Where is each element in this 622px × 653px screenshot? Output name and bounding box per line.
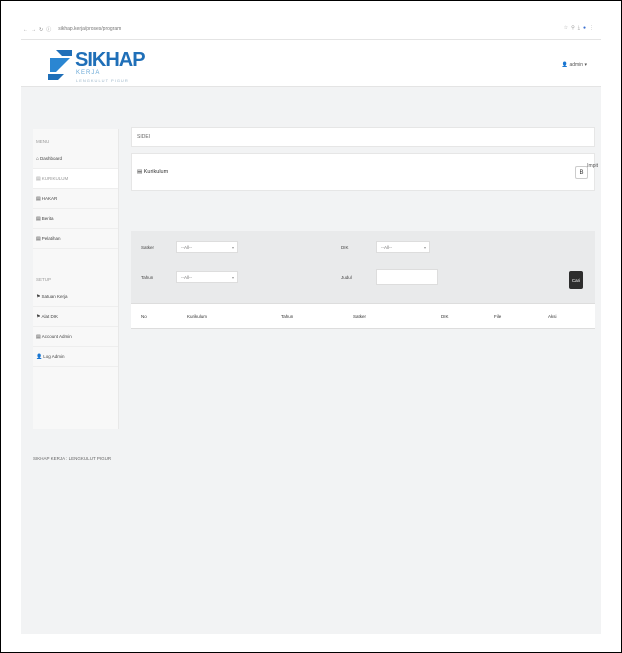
user-icon: 👤	[561, 62, 569, 68]
sidebar-item-label: Dashboard	[40, 156, 63, 161]
extension-icon[interactable]: ⚲	[571, 25, 578, 31]
search-button[interactable]: Cari	[569, 271, 583, 289]
logo-icon	[48, 50, 72, 80]
satker-select-value: --All--	[181, 245, 192, 250]
list-icon: ▤	[36, 175, 41, 182]
forward-icon[interactable]: →	[31, 27, 39, 33]
filter-panel: Satker --All-- ▾ DIK --All-- ▾ Tahun --A…	[131, 231, 595, 303]
sidebar-item-hakar[interactable]: ▤ HAKAR	[33, 189, 118, 209]
tahun-label: Tahun	[141, 275, 154, 280]
sidebar-item-label: Alat DIK	[41, 314, 58, 319]
dik-select-value: --All--	[381, 245, 392, 250]
sidebar-item-label: HAKAR	[41, 196, 58, 201]
judul-input[interactable]	[376, 269, 438, 285]
address-bar: ←→↻ⓘ sikhap.kerja/proses/program ☆⚲⤓●⋮	[21, 19, 601, 39]
table-header-dik: DIK	[441, 314, 449, 319]
satker-label: Satker	[141, 245, 155, 250]
user-icon: 👤	[36, 353, 43, 360]
logo-text: SIKHAP	[75, 49, 146, 71]
kurikulum-panel-header: ▤ Kurikulum B Impit	[131, 153, 598, 191]
sidebar-item-alat-dik[interactable]: ⚑ Alat DIK	[33, 307, 118, 327]
page-title-text: Kurikulum	[143, 169, 169, 175]
main-content: SIDEI ▤ Kurikulum B Impit Satker --All--…	[131, 127, 598, 329]
footer-text: SIKHAP KERJA : LENGKULUT PIGUR	[33, 456, 112, 461]
nav-buttons[interactable]: ←→↻ⓘ	[21, 26, 54, 33]
list-icon: ▤	[36, 215, 41, 222]
flag-icon: ⚑	[36, 313, 41, 320]
table-header-aksi: Aksi	[548, 314, 557, 319]
table-header-file: File	[494, 314, 502, 319]
import-link[interactable]: Impit	[587, 163, 598, 169]
sidebar: MENU ⌂ Dashboard ▤ KURIKULUM ▤ HAKAR ▤ B…	[33, 129, 119, 429]
logo-subtitle: KERJA	[76, 70, 101, 76]
tahun-select[interactable]: --All-- ▾	[176, 271, 238, 283]
sidebar-item-dashboard[interactable]: ⌂ Dashboard	[33, 149, 118, 169]
list-icon: ▤	[137, 169, 143, 175]
sidebar-item-label: Satuan Kerja	[41, 294, 68, 299]
sidebar-item-label: Pelatihan	[41, 236, 61, 241]
chevron-down-icon: ▾	[231, 275, 234, 280]
menu-heading: MENU	[36, 139, 50, 144]
sidebar-item-pelatihan[interactable]: ▤ Pelatihan	[33, 229, 118, 249]
home-icon: ⌂	[36, 155, 40, 162]
add-button[interactable]: B	[575, 166, 588, 179]
setup-heading: SETUP	[36, 277, 52, 282]
table-header-tahun: Tahun	[281, 314, 294, 319]
app-header: SIKHAP KERJA LENGKULUT PIGUR 👤 admin ▾	[21, 39, 601, 87]
list-icon: ▤	[36, 235, 41, 242]
table-header-kurikulum: Kurikulum	[187, 314, 208, 319]
menu-dots-icon[interactable]: ⋮	[589, 25, 597, 31]
list-icon: ▤	[36, 195, 41, 202]
table-header-no: No	[141, 314, 147, 319]
logo-tagline: LENGKULUT PIGUR	[76, 78, 129, 83]
info-icon: ⓘ	[46, 26, 55, 33]
sidebar-item-berita[interactable]: ▤ Berita	[33, 209, 118, 229]
judul-label: Judul	[341, 275, 352, 280]
admin-label: admin	[569, 62, 584, 68]
chevron-down-icon: ▾	[231, 245, 234, 250]
dik-select[interactable]: --All-- ▾	[376, 241, 430, 253]
sidebar-item-label: Log Admin	[43, 354, 65, 359]
sidebar-item-label: KURIKULUM	[41, 176, 69, 181]
page-title: ▤ Kurikulum	[137, 169, 168, 175]
flag-icon: ⚑	[36, 293, 41, 300]
table-header-row: No Kurikulum Tahun Satker DIK File Aksi	[131, 303, 595, 329]
breadcrumb: SIDEI	[131, 127, 595, 147]
sidebar-item-label: Berita	[41, 216, 54, 221]
chevron-down-icon: ▾	[584, 62, 587, 68]
sidebar-item-satuan-kerja[interactable]: ⚑ Satuan Kerja	[33, 287, 118, 307]
table-header-satker: Satker	[353, 314, 367, 319]
satker-select[interactable]: --All-- ▾	[176, 241, 238, 253]
admin-menu[interactable]: 👤 admin ▾	[562, 62, 587, 68]
dik-label: DIK	[341, 245, 349, 250]
chevron-down-icon: ▾	[423, 245, 426, 250]
browser-window: ←→↻ⓘ sikhap.kerja/proses/program ☆⚲⤓●⋮ S…	[21, 19, 601, 634]
screenshot-frame: ←→↻ⓘ sikhap.kerja/proses/program ☆⚲⤓●⋮ S…	[0, 0, 622, 653]
url-field[interactable]: sikhap.kerja/proses/program	[58, 26, 121, 32]
sidebar-item-account-admin[interactable]: ▤ Account Admin	[33, 327, 118, 347]
tahun-select-value: --All--	[181, 275, 192, 280]
back-icon[interactable]: ←	[23, 27, 31, 33]
list-icon: ▤	[36, 333, 41, 340]
sidebar-item-kurikulum[interactable]: ▤ KURIKULUM	[33, 169, 118, 189]
sidebar-item-label: Account Admin	[41, 334, 72, 339]
extension-icons: ☆⚲⤓●⋮	[564, 25, 597, 31]
star-icon[interactable]: ☆	[564, 25, 571, 31]
sidebar-item-log-admin[interactable]: 👤 Log Admin	[33, 347, 118, 367]
